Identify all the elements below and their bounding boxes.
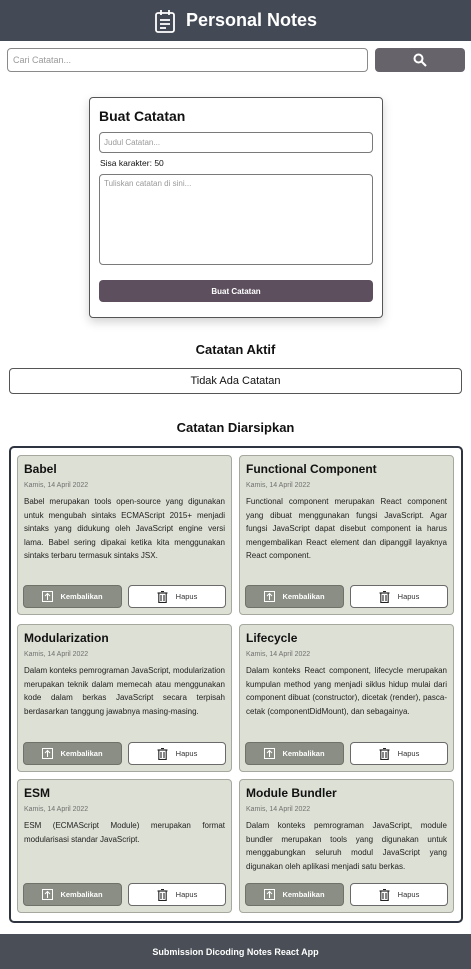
delete-label: Hapus xyxy=(397,749,420,758)
footer-text: Submission Dicoding Notes React App xyxy=(152,946,319,957)
note-card: ESM Kamis, 14 April 2022 ESM (ECMAScript… xyxy=(17,779,232,913)
unarchive-icon xyxy=(42,748,54,759)
trash-icon xyxy=(379,747,390,760)
delete-label: Hapus xyxy=(175,592,198,601)
note-date: Kamis, 14 April 2022 xyxy=(24,806,89,813)
delete-button[interactable]: Hapus xyxy=(128,883,226,906)
restore-label: Kembalikan xyxy=(282,890,325,899)
trash-icon xyxy=(379,888,390,901)
note-title: Babel xyxy=(24,462,57,476)
restore-button[interactable]: Kembalikan xyxy=(245,742,344,765)
trash-icon xyxy=(157,747,168,760)
search-button[interactable] xyxy=(375,48,465,72)
unarchive-icon xyxy=(42,889,54,900)
notes-icon xyxy=(154,9,176,33)
note-body: Babel merupakan tools open-source yang d… xyxy=(24,497,225,560)
trash-icon xyxy=(379,590,390,603)
delete-label: Hapus xyxy=(397,592,420,601)
note-card: Babel Kamis, 14 April 2022 Babel merupak… xyxy=(17,455,232,615)
delete-button[interactable]: Hapus xyxy=(128,742,226,765)
note-date: Kamis, 14 April 2022 xyxy=(24,482,89,489)
note-title: Modularization xyxy=(24,631,109,645)
note-title: ESM xyxy=(24,786,51,800)
app-header: Personal Notes xyxy=(0,0,471,41)
unarchive-icon xyxy=(42,591,54,602)
note-title: Functional Component xyxy=(246,462,377,476)
note-body: Dalam konteks pemrograman JavaScript, mo… xyxy=(24,666,225,716)
unarchive-icon xyxy=(264,748,276,759)
note-card: Functional Component Kamis, 14 April 202… xyxy=(239,455,454,615)
note-actions: Kembalikan Hapus xyxy=(23,742,226,765)
empty-notes-message: Tidak Ada Catatan xyxy=(9,368,462,394)
unarchive-icon xyxy=(264,889,276,900)
archived-notes-heading: Catatan Diarsipkan xyxy=(176,420,295,435)
delete-button[interactable]: Hapus xyxy=(350,742,448,765)
delete-button[interactable]: Hapus xyxy=(350,585,448,608)
note-date: Kamis, 14 April 2022 xyxy=(246,806,311,813)
restore-label: Kembalikan xyxy=(60,749,103,758)
app-title: Personal Notes xyxy=(185,10,318,30)
restore-button[interactable]: Kembalikan xyxy=(23,585,122,608)
note-body: Dalam konteks pemrograman JavaScript, mo… xyxy=(246,821,447,871)
search-input[interactable] xyxy=(7,48,368,72)
restore-label: Kembalikan xyxy=(60,592,103,601)
create-note-button[interactable]: Buat Catatan xyxy=(99,280,373,302)
note-title-input[interactable] xyxy=(99,132,373,153)
restore-label: Kembalikan xyxy=(60,890,103,899)
delete-button[interactable]: Hapus xyxy=(128,585,226,608)
restore-button[interactable]: Kembalikan xyxy=(23,742,122,765)
note-body: Dalam konteks React component, lifecycle… xyxy=(246,666,447,716)
trash-icon xyxy=(157,590,168,603)
note-actions: Kembalikan Hapus xyxy=(245,883,448,906)
note-card: Modularization Kamis, 14 April 2022 Dala… xyxy=(17,624,232,772)
note-title: Lifecycle xyxy=(246,631,298,645)
restore-button[interactable]: Kembalikan xyxy=(245,883,344,906)
active-notes-heading: Catatan Aktif xyxy=(195,342,276,357)
note-date: Kamis, 14 April 2022 xyxy=(246,482,311,489)
restore-label: Kembalikan xyxy=(282,749,325,758)
note-body: ESM (ECMAScript Module) merupakan format… xyxy=(24,821,225,844)
restore-label: Kembalikan xyxy=(282,592,325,601)
char-count: Sisa karakter: 50 xyxy=(100,158,164,168)
archived-notes-list: Babel Kamis, 14 April 2022 Babel merupak… xyxy=(9,446,463,923)
delete-label: Hapus xyxy=(397,890,420,899)
create-note-heading: Buat Catatan xyxy=(99,108,186,124)
note-body: Functional component merupakan React com… xyxy=(246,497,447,560)
note-body-input[interactable] xyxy=(99,174,373,265)
search-bar xyxy=(7,48,465,72)
restore-button[interactable]: Kembalikan xyxy=(245,585,344,608)
delete-button[interactable]: Hapus xyxy=(350,883,448,906)
search-icon xyxy=(413,53,427,67)
note-actions: Kembalikan Hapus xyxy=(23,585,226,608)
note-actions: Kembalikan Hapus xyxy=(245,585,448,608)
note-date: Kamis, 14 April 2022 xyxy=(24,651,89,658)
note-actions: Kembalikan Hapus xyxy=(245,742,448,765)
note-actions: Kembalikan Hapus xyxy=(23,883,226,906)
app-footer: Submission Dicoding Notes React App xyxy=(0,934,471,969)
restore-button[interactable]: Kembalikan xyxy=(23,883,122,906)
delete-label: Hapus xyxy=(175,890,198,899)
delete-label: Hapus xyxy=(175,749,198,758)
note-card: Module Bundler Kamis, 14 April 2022 Dala… xyxy=(239,779,454,913)
unarchive-icon xyxy=(264,591,276,602)
trash-icon xyxy=(157,888,168,901)
create-note-form: Buat Catatan Sisa karakter: 50 Buat Cata… xyxy=(89,97,383,318)
note-title: Module Bundler xyxy=(246,786,337,800)
note-card: Lifecycle Kamis, 14 April 2022 Dalam kon… xyxy=(239,624,454,772)
note-date: Kamis, 14 April 2022 xyxy=(246,651,311,658)
